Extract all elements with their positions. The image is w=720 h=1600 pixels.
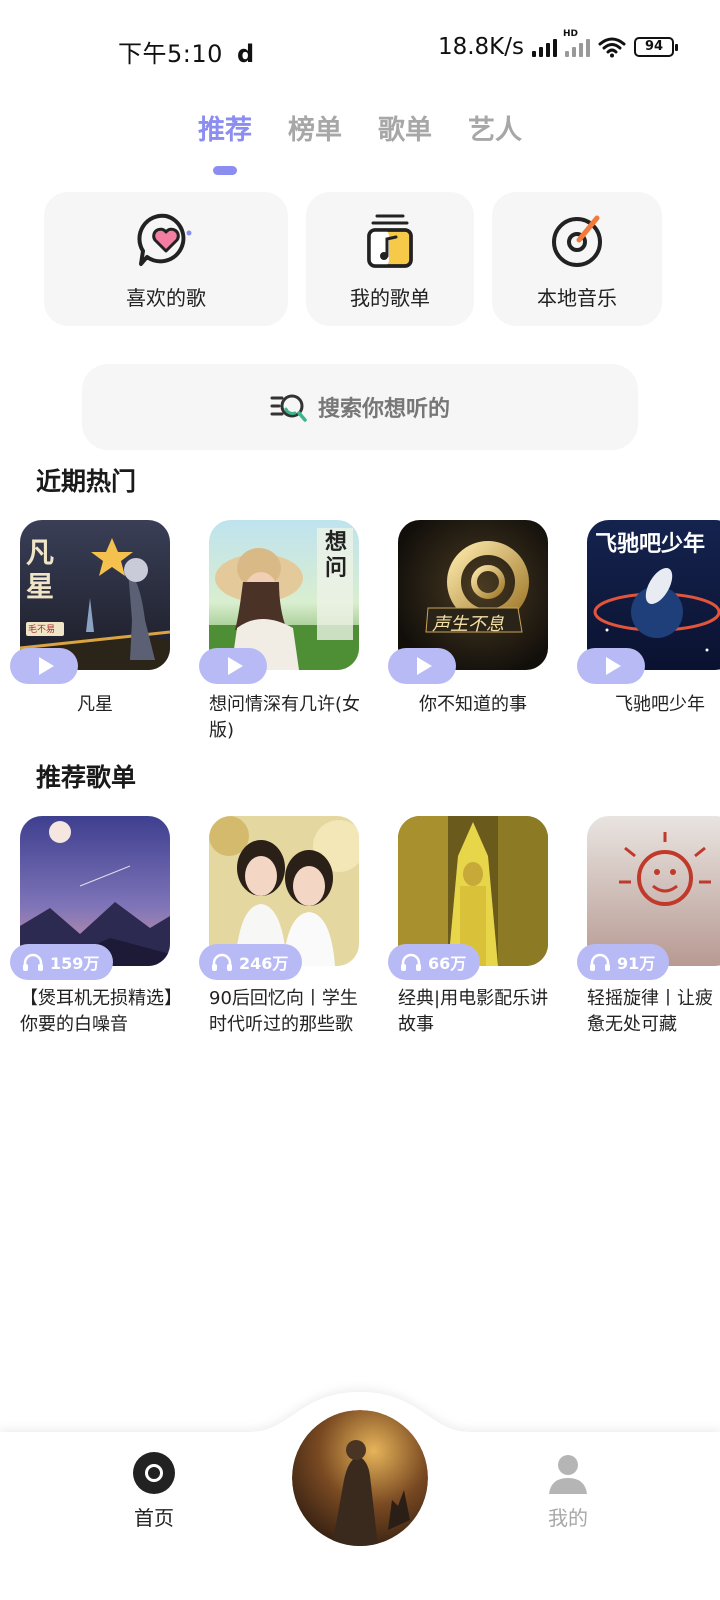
nav-mine[interactable]: 我的 (528, 1452, 608, 1531)
search-bar[interactable]: 搜索你想听的 (82, 364, 638, 450)
hot-section-title: 近期热门 (36, 467, 137, 496)
signal-icon (532, 37, 557, 57)
play-button[interactable] (10, 648, 78, 684)
bottom-navigation: 首页 我的 (0, 1376, 720, 1600)
local-music-button[interactable]: 本地音乐 (492, 192, 662, 326)
playlist-card[interactable]: 66万 经典|用电影配乐讲故事 (388, 816, 548, 1038)
search-placeholder: 搜索你想听的 (317, 397, 450, 422)
vinyl-disc-icon (547, 210, 607, 270)
play-button[interactable] (577, 648, 645, 684)
category-tabs: 推荐 榜单 歌单 艺人 (0, 108, 720, 175)
play-count-badge: 246万 (199, 944, 303, 980)
play-count: 66万 (428, 954, 467, 973)
user-icon (549, 1455, 587, 1494)
cover-title-art: 飞驰吧少年 (595, 532, 706, 557)
battery-icon: 94 (634, 37, 678, 57)
headphones-icon (23, 953, 43, 971)
song-title: 想问情深有几许(女版) (209, 694, 361, 741)
play-icon (38, 657, 54, 675)
play-count: 159万 (50, 954, 100, 973)
play-count: 246万 (239, 954, 289, 973)
play-count-badge: 91万 (577, 944, 670, 980)
playlist-card[interactable]: 91万 轻摇旋律丨让疲惫无处可藏 (577, 816, 720, 1038)
my-playlists-label: 我的歌单 (350, 286, 430, 310)
wifi-icon (598, 37, 626, 58)
status-bar: 下午5:10 d 18.8K/s HD 94 (0, 0, 720, 100)
headphones-icon (401, 953, 421, 971)
song-card[interactable]: 声生不息 你不知道的事 (388, 520, 548, 718)
search-icon (270, 394, 307, 422)
quick-access: 喜欢的歌 我的歌单 本地音乐 (44, 192, 676, 326)
playlist-card[interactable]: 246万 90后回忆向丨学生时代听过的那些歌 (199, 816, 359, 1038)
play-icon (227, 657, 243, 675)
liked-songs-button[interactable]: 喜欢的歌 (44, 192, 288, 326)
now-playing-disc[interactable] (292, 1410, 428, 1546)
headphones-icon (212, 953, 232, 971)
tab-charts[interactable]: 榜单 (288, 108, 342, 175)
music-note-folder-icon (360, 210, 420, 270)
my-playlists-button[interactable]: 我的歌单 (306, 192, 474, 326)
home-icon (133, 1452, 175, 1494)
heart-bubble-icon (136, 210, 196, 270)
song-title: 飞驰吧少年 (615, 694, 705, 715)
tiktok-icon: d (237, 40, 255, 68)
song-title: 凡星 (77, 694, 113, 715)
liked-songs-label: 喜欢的歌 (126, 286, 206, 310)
playlist-card[interactable]: 159万 【煲耳机无损精选】你要的白噪音 (10, 816, 173, 1038)
nav-home[interactable]: 首页 (114, 1452, 194, 1531)
playlists-list: 159万 【煲耳机无损精选】你要的白噪音 246万 90后回忆向丨学生时代听过的… (0, 816, 720, 1056)
playlist-title: 轻摇旋律丨让疲惫无处可藏 (587, 988, 713, 1035)
song-title: 你不知道的事 (419, 694, 527, 715)
playlist-title: 【煲耳机无损精选】你要的白噪音 (20, 988, 173, 1035)
playlist-title: 90后回忆向丨学生时代听过的那些歌 (209, 988, 358, 1035)
play-count-badge: 66万 (388, 944, 481, 980)
headphones-icon (590, 953, 610, 971)
cover-title-art: 声生不息 (432, 614, 504, 635)
tab-playlists[interactable]: 歌单 (378, 108, 432, 175)
cover-title-art: 凡星 (26, 536, 55, 603)
tab-artists[interactable]: 艺人 (468, 108, 522, 175)
song-card[interactable]: 凡星 毛不易 凡星 (10, 520, 170, 718)
playlist-title: 经典|用电影配乐讲故事 (398, 988, 549, 1035)
tab-recommend[interactable]: 推荐 (198, 108, 252, 175)
song-card[interactable]: 飞驰吧少年 飞驰吧少年 (577, 520, 720, 718)
status-time: 下午5:10 d (118, 40, 255, 68)
net-speed: 18.8K/s (437, 34, 524, 60)
cover-title-art: 想问 (325, 530, 348, 581)
nav-mine-label: 我的 (548, 1506, 588, 1530)
playlists-section-title: 推荐歌单 (36, 763, 137, 792)
cover-artist-art: 毛不易 (28, 625, 56, 635)
status-indicators: 18.8K/s HD 94 (437, 29, 678, 60)
play-button[interactable] (388, 648, 456, 684)
play-count-badge: 159万 (10, 944, 114, 980)
hd-label: HD (563, 29, 579, 39)
local-music-label: 本地音乐 (537, 286, 617, 310)
play-button[interactable] (199, 648, 267, 684)
play-icon (416, 657, 432, 675)
play-count: 91万 (617, 954, 656, 973)
song-card[interactable]: 想问 想问情深有几许(女版) (199, 520, 360, 744)
nav-home-label: 首页 (134, 1506, 174, 1530)
hot-songs-list: 凡星 毛不易 凡星 想问 想问情深有几许(女版) 声生不息 你不知道的事 飞驰吧… (0, 520, 720, 760)
play-icon (605, 657, 621, 675)
signal-hd-icon: HD (563, 29, 590, 57)
